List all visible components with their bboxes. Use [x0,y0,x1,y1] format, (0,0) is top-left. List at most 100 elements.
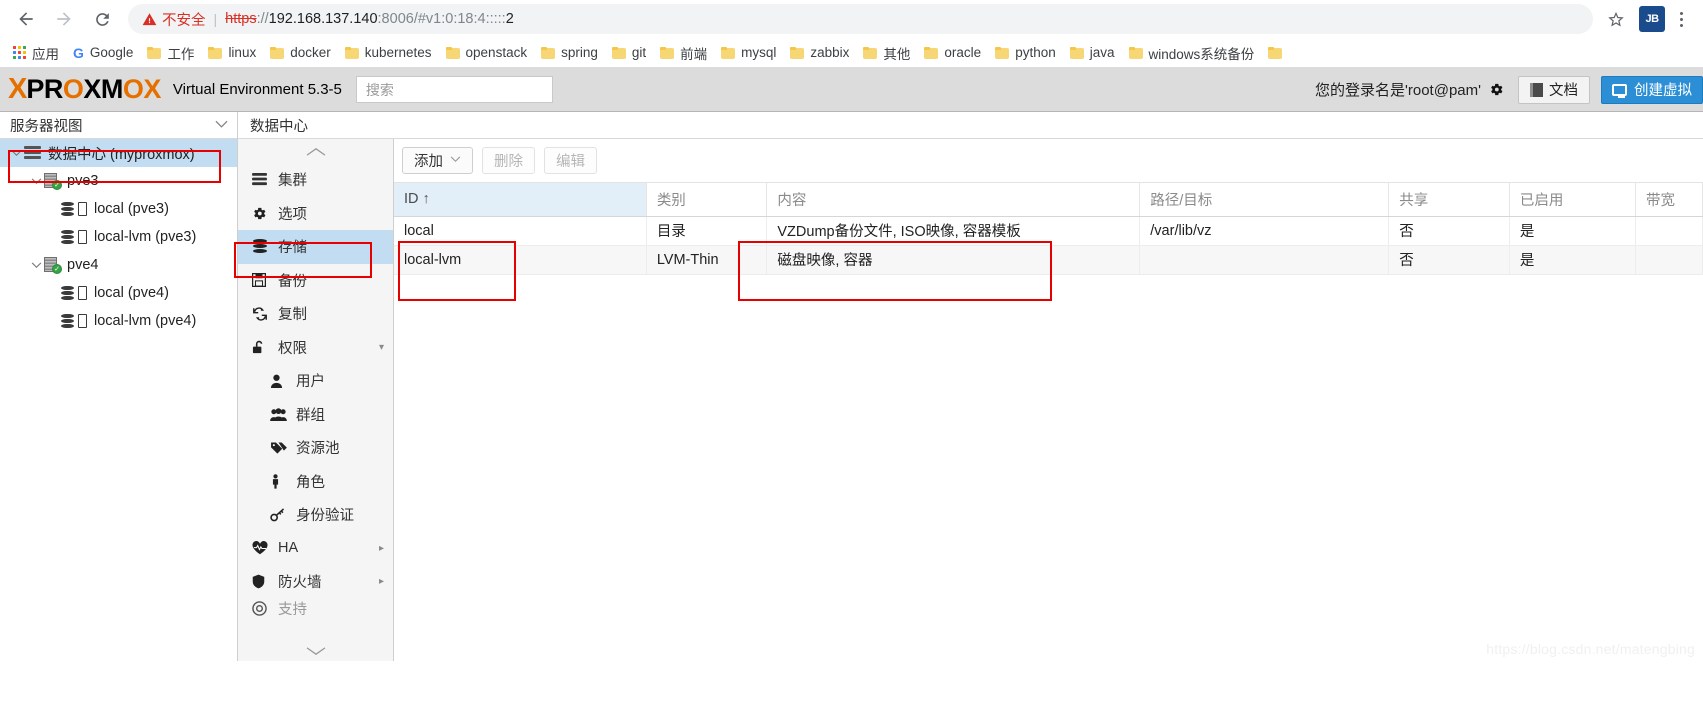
chevron-down-icon[interactable] [215,117,228,133]
column-header-type[interactable]: 类别 [646,183,768,217]
menu-item-pools[interactable]: 资源池 [238,431,393,465]
tree-header[interactable]: 服务器视图 [0,112,237,139]
tree-item-local-pve3[interactable]: local (pve3) [0,195,237,223]
url-port-path: :8006/#v1:0:18:4::::: [377,11,506,27]
bookmark-folder-gongzuo[interactable]: 工作 [140,41,201,65]
bookmark-apps[interactable]: 应用 [6,41,66,65]
bookmark-folder-mysql[interactable]: mysql [714,41,783,65]
chevron-down-icon[interactable] [28,177,44,185]
bookmark-label: docker [290,45,331,60]
gear-icon [252,206,272,221]
bookmark-folder-qita[interactable]: 其他 [856,41,917,65]
bookmark-folder-docker[interactable]: docker [263,41,338,65]
forward-arrow-icon[interactable] [46,1,82,37]
folder-icon [270,46,285,59]
reload-icon[interactable] [84,1,120,37]
storage-toolbar: 添加 删除 编辑 [394,139,1703,183]
column-label: 路径/目标 [1150,192,1213,209]
menu-item-permissions[interactable]: 权限 ▾ [238,331,393,365]
bookmark-folder-python[interactable]: python [988,41,1063,65]
chevron-down-icon[interactable]: ▾ [379,342,384,353]
address-bar[interactable]: 不安全 | https://192.168.137.140:8006/#v1:0… [128,4,1593,34]
three-dots-menu-icon[interactable] [1667,4,1695,34]
chevron-down-icon[interactable] [450,155,461,166]
menu-item-cluster[interactable]: 集群 [238,163,393,197]
folder-icon [721,46,736,59]
bookmark-folder-zabbix[interactable]: zabbix [783,41,856,65]
bookmark-folder-kubernetes[interactable]: kubernetes [338,41,439,65]
proxmox-logo[interactable]: X PROXMOX [8,68,161,111]
add-button[interactable]: 添加 [402,147,473,174]
bookmark-folder-linux[interactable]: linux [201,41,263,65]
column-header-path[interactable]: 路径/目标 [1139,183,1390,217]
menu-item-label: HA [278,540,299,557]
bookmark-folder-spring[interactable]: spring [534,41,605,65]
menu-item-users[interactable]: 用户 [238,364,393,398]
cell-content: VZDump备份文件, ISO映像, 容器模板 [766,216,1141,246]
bookmark-folder-git[interactable]: git [605,41,653,65]
column-header-bandwidth[interactable]: 带宽 [1635,183,1703,217]
create-vm-label: 创建虚拟 [1634,83,1692,99]
column-header-shared[interactable]: 共享 [1388,183,1510,217]
bookmark-folder-java[interactable]: java [1063,41,1122,65]
server-view-tree: 服务器视图 数据中心 (myproxmox) ✓ pve3 local (pve… [0,112,238,661]
menu-item-replication[interactable]: 复制 [238,297,393,331]
menu-item-backup[interactable]: 备份 [238,264,393,298]
bookmark-folder-overflow[interactable] [1261,41,1289,65]
breadcrumb-label: 数据中心 [250,118,308,135]
bookmark-google[interactable]: G Google [66,41,140,65]
bookmark-folder-windows-backup[interactable]: windows系统备份 [1122,41,1262,65]
column-header-content[interactable]: 内容 [766,183,1141,217]
menu-item-label: 集群 [278,173,307,190]
floppy-save-icon [252,273,272,288]
sort-ascending-icon: ↑ [422,191,430,208]
tree-item-pve4[interactable]: ✓ pve4 [0,251,237,279]
profile-avatar[interactable]: JB [1639,6,1665,32]
menu-item-groups[interactable]: 群组 [238,398,393,432]
tree-item-pve3[interactable]: ✓ pve3 [0,167,237,195]
star-icon[interactable] [1601,4,1631,34]
menu-item-label: 资源池 [296,441,340,458]
chevron-up-icon[interactable] [238,139,393,163]
menu-item-support[interactable]: 支持 [238,599,393,619]
tree-item-local-lvm-pve3[interactable]: local-lvm (pve3) [0,223,237,251]
menu-item-authentication[interactable]: 身份验证 [238,498,393,532]
table-body: local 目录 VZDump备份文件, ISO映像, 容器模板 /var/li… [394,216,1703,275]
chevron-right-icon[interactable]: ▸ [379,576,384,587]
column-header-enabled[interactable]: 已启用 [1509,183,1636,217]
search-input[interactable]: 搜索 [355,76,553,103]
menu-item-storage[interactable]: 存储 [238,230,393,264]
logo-x-mark: X [8,73,27,105]
column-header-id[interactable]: ID ↑ [394,183,647,217]
edit-button[interactable]: 编辑 [544,147,597,174]
tree-item-local-pve4[interactable]: local (pve4) [0,279,237,307]
documentation-button[interactable]: 文档 [1518,75,1590,104]
bookmark-folder-qianduan[interactable]: 前端 [653,41,714,65]
remove-button[interactable]: 删除 [482,147,535,174]
menu-item-roles[interactable]: 角色 [238,465,393,499]
chevron-right-icon[interactable]: ▸ [379,543,384,554]
tree-item-local-lvm-pve4[interactable]: local-lvm (pve4) [0,307,237,335]
table-header: ID ↑ 类别 内容 路径/目标 共享 已启用 带宽 [394,183,1703,217]
create-vm-button[interactable]: 创建虚拟 [1601,75,1703,104]
header-right-group: 您的登录名是'root@pam' 文档 创建虚拟 [1315,68,1703,111]
chevron-down-icon[interactable] [8,149,24,157]
back-arrow-icon[interactable] [8,1,44,37]
gear-icon[interactable] [1489,82,1504,97]
bookmark-folder-oracle[interactable]: oracle [917,41,988,65]
bookmark-folder-openstack[interactable]: openstack [439,41,535,65]
menu-item-firewall[interactable]: 防火墙 ▸ [238,565,393,599]
table-row[interactable]: local 目录 VZDump备份文件, ISO映像, 容器模板 /var/li… [394,216,1703,246]
tree-item-datacenter[interactable]: 数据中心 (myproxmox) [0,139,237,167]
menu-item-ha[interactable]: HA ▸ [238,532,393,566]
folder-icon [660,46,675,59]
chevron-down-icon[interactable] [28,261,44,269]
chevron-down-icon[interactable] [238,645,393,659]
document-outline-icon [78,314,87,328]
menu-item-options[interactable]: 选项 [238,197,393,231]
insecure-warning-icon [142,12,157,27]
watermark: https://blog.csdn.net/matengbing [1486,641,1695,657]
url-host: 192.168.137.140 [268,11,378,27]
table-row[interactable]: local-lvm LVM-Thin 磁盘映像, 容器 否 是 [394,245,1703,275]
bookmark-label: python [1015,45,1056,60]
